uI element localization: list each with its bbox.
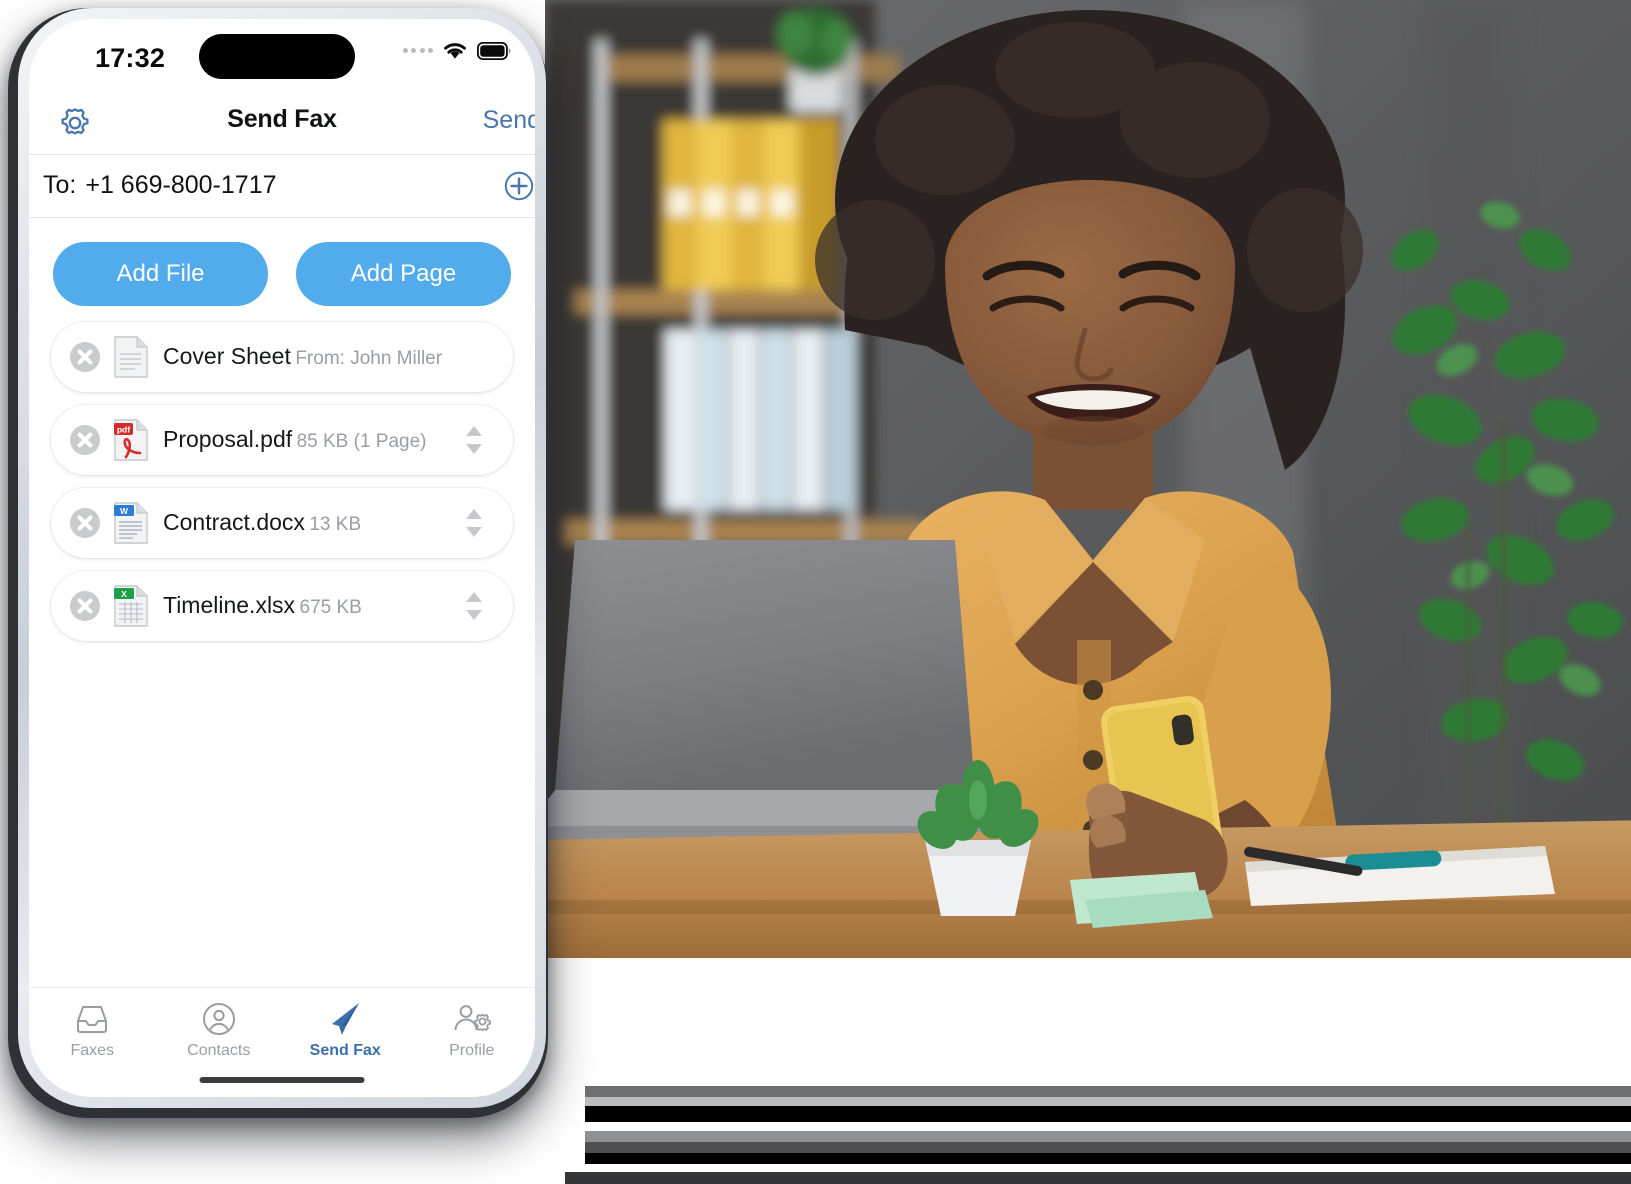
reorder-handle-icon[interactable]	[461, 505, 487, 541]
send-button[interactable]: Send	[483, 106, 535, 135]
status-bar: 17:32	[29, 19, 535, 91]
file-subtitle: 85 KB (1 Page)	[296, 430, 427, 452]
render-artifact-bar-4	[585, 1131, 1631, 1142]
tab-bar: Faxes Contacts Send Fax Profile	[29, 987, 535, 1097]
tab-label: Send Fax	[309, 1042, 381, 1059]
add-recipient-button[interactable]	[499, 166, 535, 206]
action-button-row: Add File Add Page	[29, 218, 535, 322]
remove-circle-icon[interactable]	[67, 588, 103, 624]
recipient-row[interactable]: To: +1 669-800-1717	[29, 155, 535, 218]
list-item[interactable]: W Contract.docx 13 KB	[51, 488, 513, 558]
file-meta: Timeline.xlsx 675 KB	[163, 591, 461, 620]
person-gear-icon	[453, 1002, 491, 1036]
render-artifact-bar-3	[585, 1106, 1631, 1122]
tab-contacts[interactable]: Contacts	[156, 1002, 283, 1060]
list-item[interactable]: pdf Proposal.pdf 85 KB (1 Page)	[51, 405, 513, 475]
file-name: Contract.docx	[163, 508, 305, 535]
file-meta: Cover Sheet From: John Miller	[163, 342, 461, 371]
wifi-icon	[442, 41, 468, 60]
file-name: Timeline.xlsx	[163, 591, 296, 618]
list-item[interactable]: X Timeline.xlsx 675 KB	[51, 571, 513, 641]
remove-circle-icon[interactable]	[67, 505, 103, 541]
svg-text:pdf: pdf	[117, 424, 130, 434]
render-artifact-bar-7	[565, 1172, 1631, 1184]
plus-circle-icon	[504, 171, 534, 201]
remove-circle-icon[interactable]	[67, 422, 103, 458]
status-bar-time: 17:32	[95, 43, 166, 73]
file-name: Cover Sheet	[163, 342, 291, 369]
render-artifact-bar-5	[585, 1142, 1631, 1153]
paper-plane-icon	[326, 1002, 364, 1036]
dynamic-island	[199, 34, 355, 79]
file-subtitle: 675 KB	[299, 596, 362, 618]
tab-label: Faxes	[70, 1042, 115, 1059]
pdf-file-icon: pdf	[113, 419, 149, 461]
tab-label: Contacts	[187, 1042, 251, 1059]
word-file-icon: W	[113, 502, 149, 544]
battery-icon	[477, 41, 511, 60]
document-icon	[113, 336, 149, 378]
recipient-field[interactable]: To: +1 669-800-1717	[43, 171, 277, 200]
reorder-handle-icon[interactable]	[461, 588, 487, 624]
tab-send-fax[interactable]: Send Fax	[282, 1002, 409, 1060]
svg-text:X: X	[121, 589, 127, 599]
person-circle-icon	[202, 1002, 236, 1036]
status-bar-indicators	[402, 41, 512, 60]
svg-text:W: W	[120, 506, 128, 516]
nav-bar: Send Fax Send	[29, 91, 535, 155]
file-subtitle: 13 KB	[309, 513, 362, 535]
signal-dots-icon	[402, 48, 433, 53]
attachment-list: Cover Sheet From: John Miller pdf Propos…	[29, 322, 535, 641]
file-meta: Contract.docx 13 KB	[163, 508, 461, 537]
file-meta: Proposal.pdf 85 KB (1 Page)	[163, 425, 461, 454]
remove-circle-icon[interactable]	[67, 339, 103, 375]
render-artifact-bar-1	[585, 1086, 1631, 1097]
add-page-button[interactable]: Add Page	[296, 242, 511, 306]
render-artifact-bar-2	[585, 1097, 1631, 1106]
reorder-spacer	[461, 339, 487, 375]
tab-label: Profile	[449, 1042, 495, 1059]
file-subtitle: From: John Miller	[295, 347, 443, 369]
phone-screen: 17:32 Send Fax Send To: +1 669-800-1717 …	[29, 19, 535, 1097]
inbox-icon	[74, 1002, 110, 1036]
recipient-label: To:	[43, 171, 77, 199]
tab-profile[interactable]: Profile	[409, 1002, 536, 1060]
page-title: Send Fax	[227, 105, 337, 133]
tab-faxes[interactable]: Faxes	[29, 1002, 156, 1060]
hero-photo	[545, 0, 1631, 958]
add-file-button[interactable]: Add File	[53, 242, 268, 306]
screenshot-root: 17:32 Send Fax Send To: +1 669-800-1717 …	[0, 0, 1631, 1184]
file-name: Proposal.pdf	[163, 425, 293, 452]
excel-file-icon: X	[113, 585, 149, 627]
render-artifact-bar-6	[585, 1153, 1631, 1164]
recipient-number: +1 669-800-1717	[85, 171, 277, 199]
reorder-handle-icon[interactable]	[461, 422, 487, 458]
home-indicator[interactable]	[199, 1077, 365, 1083]
list-item[interactable]: Cover Sheet From: John Miller	[51, 322, 513, 392]
